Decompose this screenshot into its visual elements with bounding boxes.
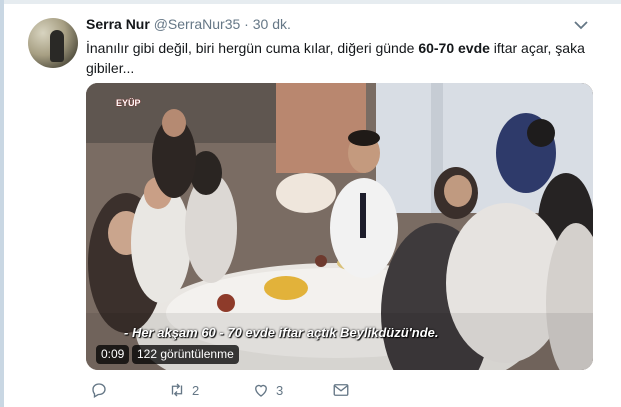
tweet-card[interactable]: Serra Nur @SerraNur35 · 30 dk. İnanılır …	[4, 4, 621, 407]
author-name[interactable]: Serra Nur	[86, 16, 150, 32]
tweet-text-part: İnanılır gibi değil, biri hergün cuma kı…	[86, 40, 419, 56]
video-duration-badge: 0:09	[96, 345, 130, 364]
avatar[interactable]	[28, 18, 78, 68]
like-button[interactable]: 3	[252, 378, 283, 402]
retweet-icon	[171, 383, 183, 397]
like-count: 3	[276, 382, 284, 398]
video-views-badge: 122 görüntülenme	[132, 345, 239, 364]
reply-button[interactable]	[90, 378, 108, 402]
tweet-time[interactable]: 30 dk.	[253, 16, 291, 32]
author-handle[interactable]: @SerraNur35	[154, 16, 241, 32]
heart-icon	[255, 384, 267, 397]
retweet-count: 2	[192, 382, 200, 398]
tweet-text-bold: 60-70 evde	[418, 40, 490, 56]
chevron-down-icon[interactable]	[574, 20, 588, 30]
avatar-figure	[50, 30, 64, 62]
reply-icon	[92, 383, 106, 398]
direct-message-button[interactable]	[332, 378, 350, 402]
header-separator: ·	[244, 16, 249, 32]
video-player[interactable]: EYÜP - Her akşam 60 - 70 evde iftar açtı…	[86, 83, 593, 370]
tweet-header: Serra Nur @SerraNur35 · 30 dk.	[86, 16, 291, 32]
tweet-text: İnanılır gibi değil, biri hergün cuma kı…	[86, 38, 606, 78]
channel-watermark: EYÜP	[116, 98, 141, 108]
video-subtitle: - Her akşam 60 - 70 evde iftar açtık Bey…	[124, 325, 439, 340]
envelope-icon	[333, 384, 349, 396]
retweet-button[interactable]: 2	[168, 378, 199, 402]
